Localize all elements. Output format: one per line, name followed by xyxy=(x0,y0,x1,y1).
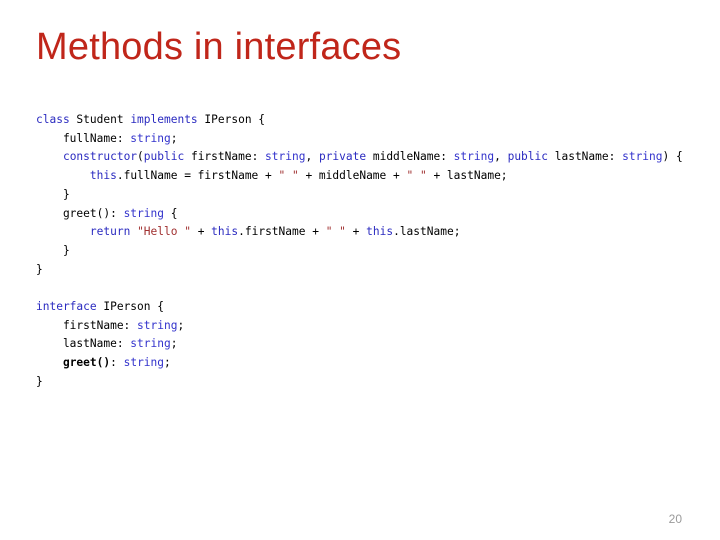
code-token: + middleName + xyxy=(298,169,407,183)
code-token: } xyxy=(36,187,70,201)
code-line: this.fullName = firstName + " " + middle… xyxy=(36,167,696,186)
code-token: } xyxy=(36,262,43,276)
code-token: interface xyxy=(36,300,97,314)
code-token: Student xyxy=(69,113,131,126)
code-token: ; xyxy=(177,318,185,332)
code-token: class xyxy=(36,113,70,126)
code-snippet: class Student implements IPerson { fullN… xyxy=(36,111,696,392)
code-token: ( xyxy=(137,150,144,164)
code-token: , xyxy=(305,150,319,164)
code-token: ) { xyxy=(662,150,683,164)
code-token: string xyxy=(130,131,171,145)
code-token: greet() xyxy=(62,356,111,370)
code-token: ; xyxy=(170,131,178,145)
code-line: greet(): string { xyxy=(36,205,696,224)
code-line: return "Hello " + this.firstName + " " +… xyxy=(36,223,696,242)
code-token: { xyxy=(163,206,178,220)
code-token: string xyxy=(622,150,663,164)
slide: Methods in interfaces class Student impl… xyxy=(0,0,720,540)
slide-page-number: 20 xyxy=(668,512,682,526)
code-token: string xyxy=(265,150,306,164)
code-token: .fullName = firstName + xyxy=(116,169,279,183)
code-token: string xyxy=(453,150,495,164)
code-token: : xyxy=(110,356,124,370)
code-line: } xyxy=(36,261,696,280)
code-token: constructor xyxy=(62,150,138,164)
code-line: fullName: string; xyxy=(36,130,696,149)
code-token: string xyxy=(137,318,178,332)
code-token: IPerson { xyxy=(197,113,266,126)
code-token: public xyxy=(507,150,548,164)
code-token: string xyxy=(130,337,171,351)
code-line: } xyxy=(36,373,696,392)
code-line: } xyxy=(36,186,696,205)
code-line: lastName: string; xyxy=(36,335,696,354)
code-token: + lastName; xyxy=(426,169,508,183)
code-token: firstName: xyxy=(36,318,138,332)
code-line: constructor(public firstName: string, pr… xyxy=(36,148,696,167)
code-token: + xyxy=(345,225,367,239)
code-token: this xyxy=(366,225,394,239)
code-token: greet(): xyxy=(36,206,124,220)
code-token: + xyxy=(190,225,212,239)
code-token: this xyxy=(89,169,117,183)
code-token: return xyxy=(89,225,131,239)
code-token: private xyxy=(318,150,367,164)
code-token: " " xyxy=(278,169,299,183)
code-token: fullName: xyxy=(36,131,131,145)
code-token: "Hello " xyxy=(137,225,191,239)
code-token: middleName: xyxy=(366,150,454,164)
code-token: public xyxy=(143,150,185,164)
page-title: Methods in interfaces xyxy=(36,26,402,68)
code-token: } xyxy=(36,374,43,388)
code-token: .lastName; xyxy=(393,225,461,239)
code-token: lastName: xyxy=(548,150,623,164)
code-line: } xyxy=(36,242,696,261)
code-token: " " xyxy=(406,169,427,183)
code-token: lastName: xyxy=(36,337,131,351)
code-token: } xyxy=(36,243,70,257)
code-token: implements xyxy=(130,113,198,126)
code-token: .firstName + xyxy=(238,225,326,239)
code-token: " " xyxy=(325,225,346,239)
code-token: ; xyxy=(170,337,178,351)
code-token: ; xyxy=(164,356,171,370)
code-line: greet(): string; xyxy=(36,354,696,373)
code-token: this xyxy=(211,225,239,239)
code-line: firstName: string; xyxy=(36,317,696,336)
code-token: firstName: xyxy=(184,150,266,164)
code-token: string xyxy=(123,356,165,370)
code-line: interface IPerson { xyxy=(36,298,696,317)
code-token: IPerson { xyxy=(96,300,164,314)
code-token: , xyxy=(494,150,508,164)
code-token: string xyxy=(123,206,164,220)
code-line: class Student implements IPerson { xyxy=(36,111,696,130)
